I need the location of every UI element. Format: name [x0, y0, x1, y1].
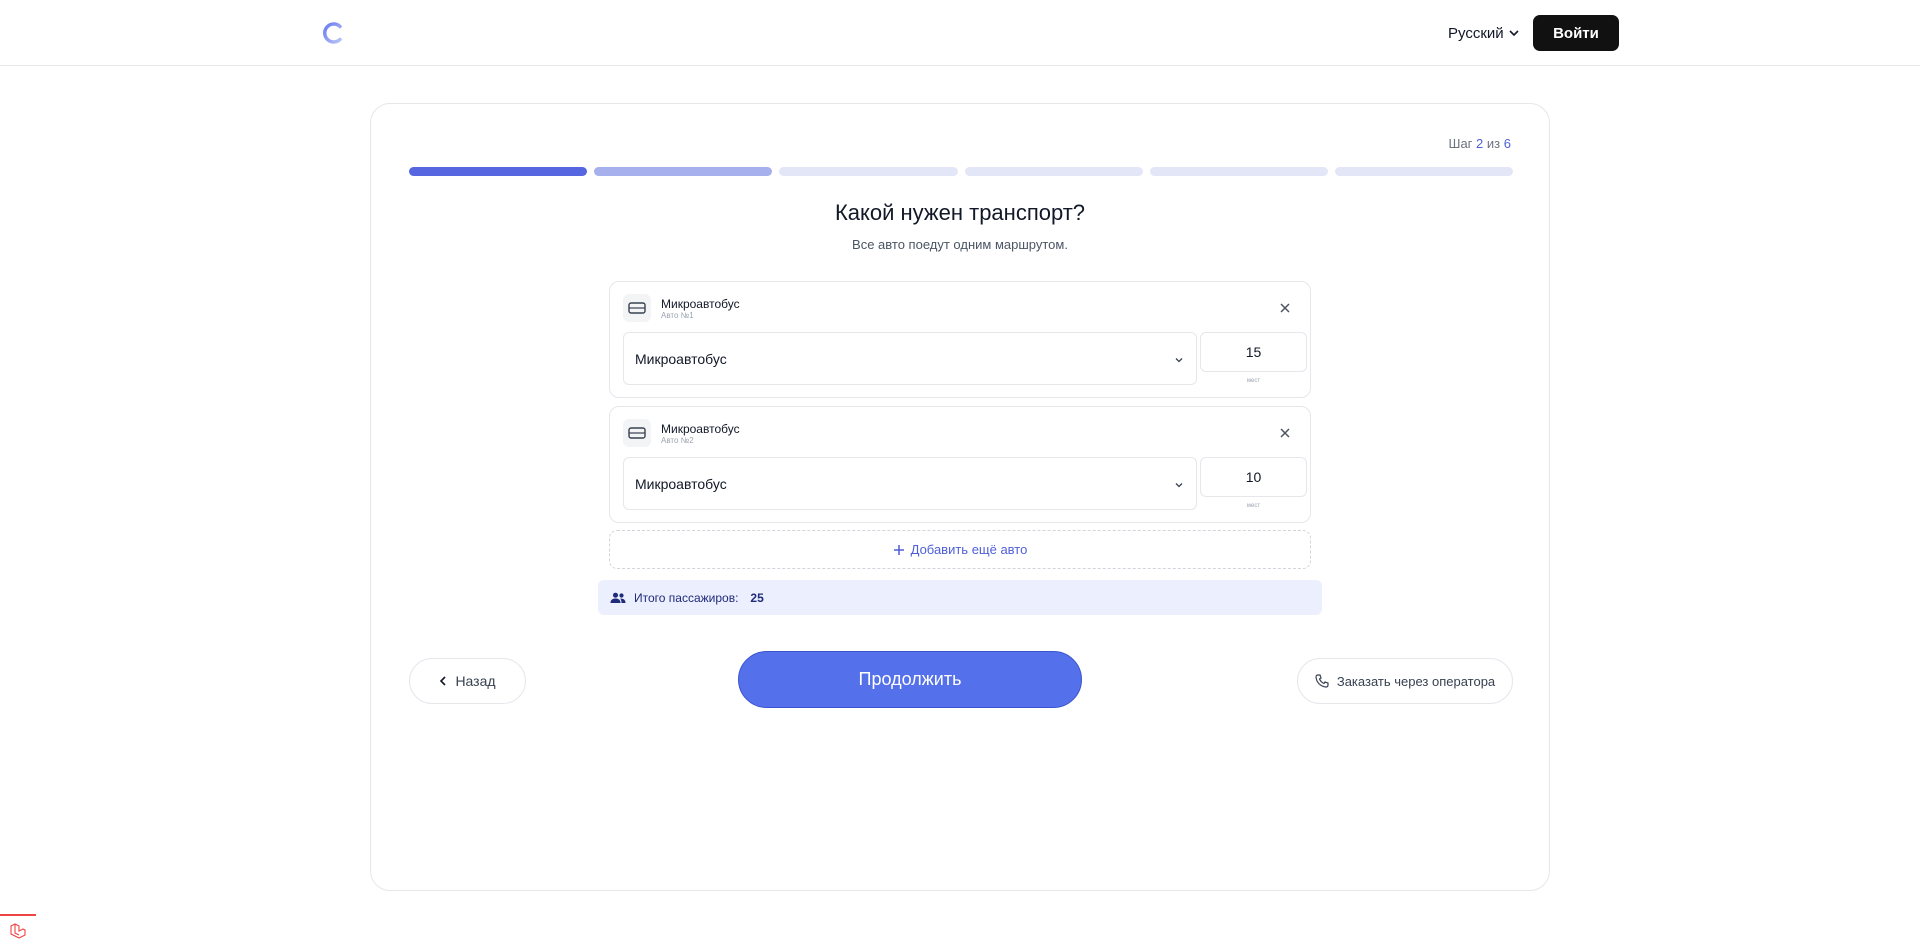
seats-label: мест [1246, 503, 1261, 509]
logo-icon [323, 22, 342, 44]
seats-input[interactable]: 15 [1200, 332, 1307, 372]
chevron-left-icon [440, 676, 447, 686]
close-icon [1280, 303, 1290, 313]
add-vehicle-button[interactable]: Добавить ещё авто [609, 530, 1311, 569]
progress-segment [594, 167, 773, 176]
vehicle-icon-wrap [623, 419, 651, 447]
chevron-down-icon [1509, 30, 1519, 37]
logo[interactable] [320, 20, 346, 46]
progress-bar [409, 167, 1514, 176]
step-of: из [1486, 136, 1501, 151]
progress-segment [409, 167, 588, 176]
continue-button[interactable]: Продолжить [738, 651, 1082, 708]
bus-icon [628, 427, 646, 439]
progress-segment [779, 167, 958, 176]
vehicle-name: Микроавтобус [661, 297, 740, 311]
total-passengers-label: Итого пассажиров: [634, 590, 739, 605]
plus-icon [893, 544, 904, 555]
wizard-card: Шаг 2 из 6 Какой нужен транспорт? Все ав… [370, 103, 1550, 891]
language-selector[interactable]: Русский [1448, 22, 1520, 44]
vehicle-type-select[interactable]: Микроавтобус [623, 457, 1197, 510]
vehicle-type-value: Микроавтобус [635, 350, 727, 367]
step-indicator: Шаг 2 из 6 [1449, 136, 1511, 151]
vehicle-number: Авто №2 [661, 436, 694, 445]
total-passengers-count: 25 [750, 590, 764, 605]
back-label: Назад [455, 673, 496, 689]
chevron-down-icon [1175, 358, 1183, 363]
vehicle-card: Микроавтобус Авто №2 Микроавтобус 10 мес… [609, 406, 1311, 523]
operator-label: Заказать через оператора [1336, 673, 1496, 689]
seats-label: мест [1246, 378, 1261, 384]
vehicle-name: Микроавтобус [661, 422, 740, 436]
close-icon [1280, 428, 1290, 438]
total-passengers-bar: Итого пассажиров: 25 [598, 580, 1322, 615]
order-via-operator-button[interactable]: Заказать через оператора [1297, 658, 1513, 704]
phone-icon [1315, 674, 1329, 688]
laravel-icon [10, 922, 26, 939]
language-label: Русский [1448, 24, 1504, 42]
add-vehicle-label: Добавить ещё авто [910, 542, 1028, 557]
login-button[interactable]: Войти [1533, 15, 1619, 51]
top-header: Русский Войти [0, 0, 1920, 66]
step-prefix: Шаг [1448, 136, 1473, 151]
page-title: Какой нужен транспорт? [834, 200, 1086, 225]
people-icon [610, 592, 626, 603]
vehicle-icon-wrap [623, 294, 651, 322]
debugbar-toggle[interactable] [0, 914, 36, 945]
vehicle-type-select[interactable]: Микроавтобус [623, 332, 1197, 385]
vehicle-card: Микроавтобус Авто №1 Микроавтобус 15 мес… [609, 281, 1311, 398]
total-steps: 6 [1503, 136, 1511, 151]
bus-icon [628, 302, 646, 314]
remove-vehicle-button[interactable] [1278, 301, 1292, 315]
vehicle-type-value: Микроавтобус [635, 475, 727, 492]
back-button[interactable]: Назад [409, 658, 526, 704]
remove-vehicle-button[interactable] [1278, 426, 1292, 440]
chevron-down-icon [1175, 483, 1183, 488]
progress-segment [964, 167, 1143, 176]
vehicle-number: Авто №1 [661, 311, 694, 320]
seats-input[interactable]: 10 [1200, 457, 1307, 497]
current-step: 2 [1476, 136, 1484, 151]
page-subtitle: Все авто поедут одним маршрутом. [852, 237, 1068, 252]
progress-segment [1149, 167, 1328, 176]
progress-segment [1334, 167, 1514, 176]
